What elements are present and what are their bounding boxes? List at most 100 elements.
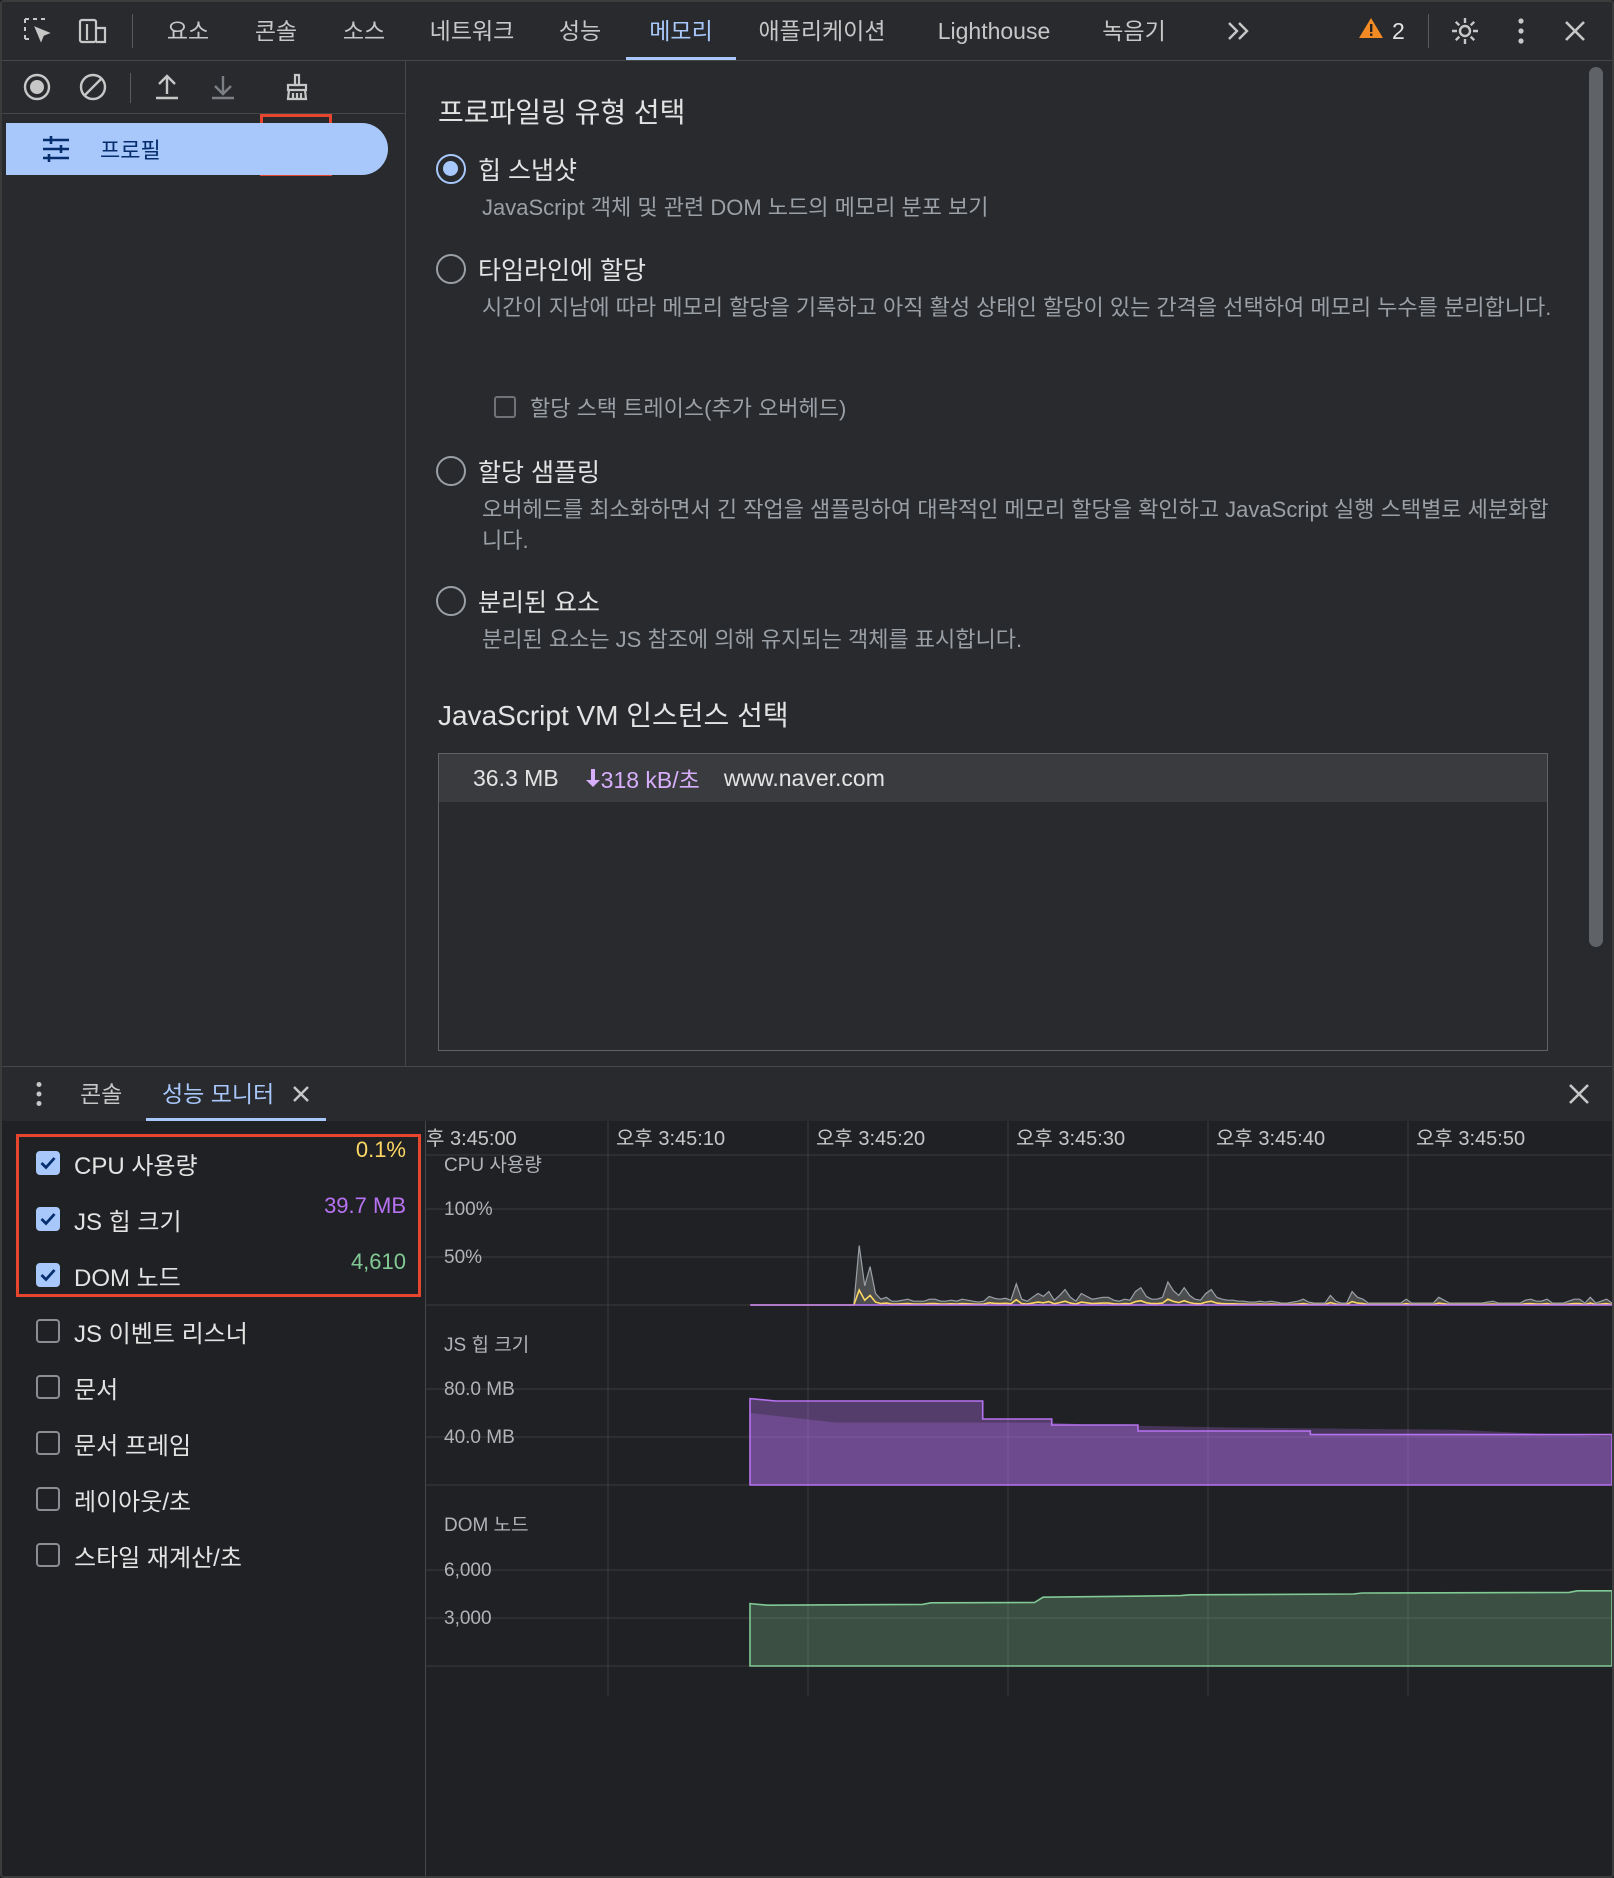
- cpu-usage-area: [750, 1245, 1612, 1306]
- metric-checkbox[interactable]: [36, 1207, 60, 1231]
- tab-memory[interactable]: 메모리: [626, 2, 736, 60]
- option-allocation-timeline[interactable]: 타임라인에 할당: [436, 251, 646, 287]
- record-icon[interactable]: [20, 70, 54, 104]
- dom-nodes-area: [749, 1590, 1612, 1667]
- metric-row[interactable]: CPU 사용량 0.1%: [36, 1137, 406, 1183]
- option-description: 시간이 지남에 따라 메모리 할당을 기록하고 아직 활성 상태인 할당이 있는…: [482, 295, 1552, 320]
- metric-label: JS 힙 크기: [74, 1208, 182, 1236]
- option-label: 힙 스냅샷: [478, 157, 577, 185]
- more-tabs-icon[interactable]: [1222, 14, 1256, 48]
- metric-row[interactable]: 문서 프레임: [36, 1423, 406, 1463]
- metric-label: 스타일 재계산/초: [74, 1544, 242, 1572]
- option-allocation-sampling[interactable]: 할당 샘플링: [436, 453, 600, 489]
- tab-lighthouse[interactable]: Lighthouse: [926, 2, 1062, 60]
- page-title: 프로파일링 유형 선택: [438, 97, 686, 128]
- tab-recorder[interactable]: 녹음기: [1098, 2, 1170, 60]
- vm-memory: 36.3 MB: [473, 764, 559, 791]
- metric-checkbox[interactable]: [36, 1263, 60, 1287]
- tab-elements[interactable]: 요소: [162, 2, 214, 60]
- tab-network[interactable]: 네트워크: [426, 2, 518, 60]
- main-tab-bar: 요소 콘솔 소스 네트워크 성능 메모리 애플리케이션 Lighthouse 녹…: [2, 2, 1612, 61]
- performance-chart: 후 3:45:00 오후 3:45:10 오후 3:45:20 오후 3:45:30 오…: [426, 1121, 1612, 1876]
- value-tick-label: 40.0 MB: [444, 1427, 515, 1448]
- load-profile-icon[interactable]: [150, 70, 184, 104]
- profile-type-selector: 프로파일링 유형 선택 힙 스냅샷 JavaScript 객체 및 관련 DOM…: [406, 61, 1586, 1066]
- metric-label: 문서 프레임: [74, 1432, 192, 1460]
- sidebar-item-profiles[interactable]: 프로필: [6, 123, 388, 175]
- tab-performance[interactable]: 성능: [554, 2, 606, 60]
- option-label: 분리된 요소: [478, 589, 600, 617]
- clear-icon[interactable]: [76, 70, 110, 104]
- drawer-menu-icon[interactable]: [24, 1079, 54, 1109]
- panel-title: DOM 노드: [444, 1515, 529, 1536]
- save-profile-icon[interactable]: [206, 70, 240, 104]
- stack-trace-checkbox-row[interactable]: 할당 스택 트레이스(추가 오버헤드): [494, 391, 846, 423]
- vm-rate: 318 kB/초: [585, 761, 700, 795]
- option-heap-snapshot[interactable]: 힙 스냅샷: [436, 151, 577, 187]
- close-devtools-icon[interactable]: [1558, 14, 1592, 48]
- tab-sources[interactable]: 소스: [338, 2, 390, 60]
- metric-row[interactable]: 스타일 재계산/초: [36, 1535, 406, 1575]
- performance-monitor: CPU 사용량 0.1% JS 힙 크기 39.7 MB DOM 노드 4,610 JS 이…: [2, 1121, 1612, 1876]
- vm-section-title: JavaScript VM 인스턴스 선택: [438, 700, 789, 731]
- metric-checkbox[interactable]: [36, 1319, 60, 1343]
- panel-title: JS 힙 크기: [444, 1334, 529, 1356]
- metric-value: 0.1%: [355, 1137, 406, 1162]
- sidebar-item-label: 프로필: [100, 138, 161, 163]
- memory-toolbar: [2, 61, 405, 114]
- metric-checkbox[interactable]: [36, 1375, 60, 1399]
- option-description: 오버헤드를 최소화하면서 긴 작업을 샘플링하여 대략적인 메모리 할당을 확인…: [482, 497, 1549, 553]
- metric-row[interactable]: JS 이벤트 리스너: [36, 1311, 406, 1351]
- metric-value: 39.7 MB: [324, 1193, 406, 1218]
- vm-rate-value: 318 kB/초: [600, 767, 700, 793]
- drawer-tab-console[interactable]: 콘솔: [80, 1067, 122, 1121]
- drawer-tab-bar: 콘솔 성능 모니터: [2, 1066, 1612, 1122]
- value-tick-label: 3,000: [444, 1608, 492, 1629]
- radio-allocation-timeline[interactable]: [436, 254, 466, 284]
- metric-label: CPU 사용량: [74, 1152, 198, 1180]
- value-tick-label: 50%: [444, 1247, 482, 1268]
- settings-gear-icon[interactable]: [1448, 14, 1482, 48]
- tab-application[interactable]: 애플리케이션: [754, 2, 890, 60]
- close-tab-icon[interactable]: [288, 1081, 314, 1107]
- tab-console[interactable]: 콘솔: [250, 2, 302, 60]
- value-tick-label: 100%: [444, 1199, 493, 1220]
- vm-url: www.naver.com: [723, 764, 885, 791]
- metric-row[interactable]: JS 힙 크기 39.7 MB: [36, 1193, 406, 1239]
- panel-scrollbar[interactable]: [1588, 67, 1604, 952]
- metric-row[interactable]: DOM 노드 4,610: [36, 1249, 406, 1295]
- radio-heap-snapshot[interactable]: [436, 154, 466, 184]
- option-detached-elements[interactable]: 분리된 요소: [436, 583, 600, 619]
- metric-label: DOM 노드: [74, 1264, 181, 1292]
- radio-detached-elements[interactable]: [436, 586, 466, 616]
- js-heap-area: [749, 1397, 1612, 1486]
- panel-title: CPU 사용량: [444, 1154, 542, 1176]
- arrow-down-icon: [585, 769, 600, 787]
- metric-checkbox[interactable]: [36, 1543, 60, 1567]
- metric-checkbox[interactable]: [36, 1151, 60, 1175]
- close-drawer-icon[interactable]: [1564, 1079, 1594, 1109]
- metric-value: 4,610: [350, 1249, 406, 1274]
- value-tick-label: 6,000: [444, 1560, 492, 1581]
- vm-instance-row[interactable]: 36.3 MB 318 kB/초 www.naver.com: [439, 754, 1547, 802]
- drawer-tab-performance-monitor[interactable]: 성능 모니터: [145, 1067, 327, 1121]
- inspect-element-icon[interactable]: [20, 14, 54, 48]
- option-description: 분리된 요소는 JS 참조에 의해 유지되는 객체를 표시합니다.: [482, 627, 1023, 652]
- radio-allocation-sampling[interactable]: [436, 456, 466, 486]
- time-label: 오후 3:45:20: [816, 1127, 925, 1150]
- time-label: 오후 3:45:50: [1416, 1127, 1525, 1150]
- time-label: 오후 3:45:30: [1016, 1127, 1125, 1150]
- memory-panel: 프로필 프로파일링 유형 선택 힙 스냅샷 JavaScript 객체 및 관련…: [2, 61, 1612, 1066]
- metric-row[interactable]: 레이아웃/초: [36, 1479, 406, 1519]
- collect-garbage-icon[interactable]: [280, 70, 314, 104]
- stack-trace-checkbox[interactable]: [494, 396, 516, 418]
- metric-label: 문서: [74, 1376, 119, 1404]
- metric-checkbox[interactable]: [36, 1487, 60, 1511]
- chart-canvas: 후 3:45:00 오후 3:45:10 오후 3:45:20 오후 3:45:30 오…: [426, 1121, 1612, 1696]
- device-toolbar-icon[interactable]: [76, 14, 110, 48]
- warnings-counter[interactable]: 2: [1358, 16, 1405, 46]
- value-tick-label: 80.0 MB: [444, 1379, 515, 1400]
- metric-row[interactable]: 문서: [36, 1367, 406, 1407]
- more-options-icon[interactable]: [1504, 14, 1538, 48]
- metric-checkbox[interactable]: [36, 1431, 60, 1455]
